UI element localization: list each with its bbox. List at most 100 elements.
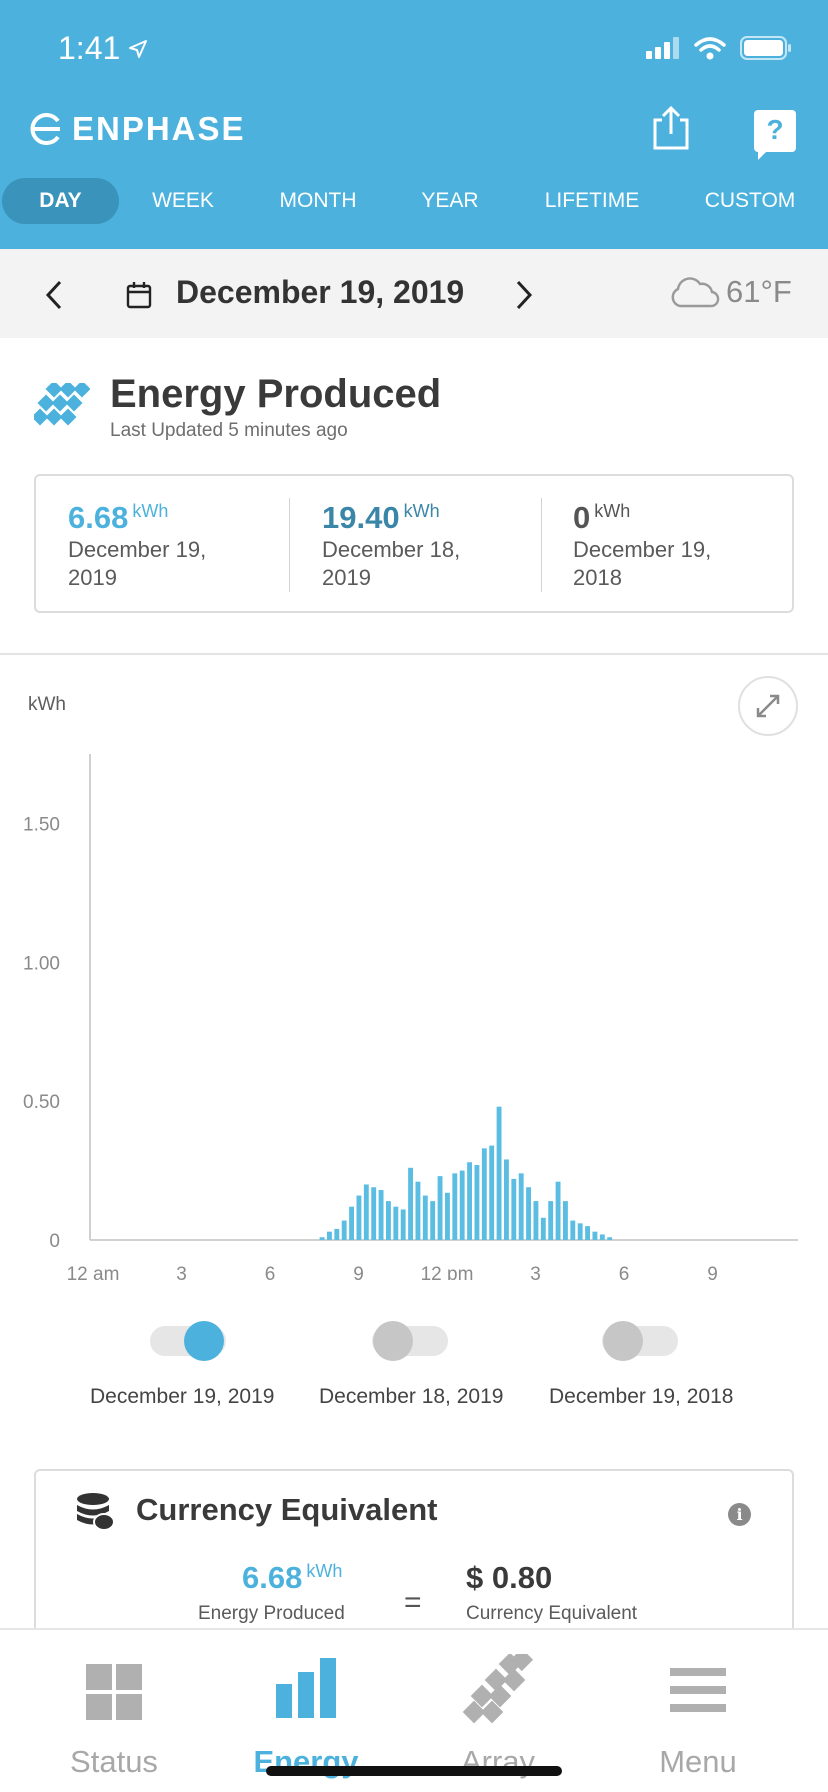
- energy-value-number: 6.68: [242, 1560, 303, 1595]
- chart-bar: [363, 1184, 369, 1240]
- chart-bar: [437, 1176, 443, 1240]
- summary-value-today: 6.68 kWh: [68, 500, 168, 536]
- wifi-icon: [694, 37, 726, 60]
- temperature: 61°F: [726, 274, 792, 309]
- series-toggle-2018-12-19[interactable]: [603, 1321, 643, 1361]
- x-tick-label: 6: [619, 1264, 630, 1280]
- energy-bar-chart: 0 0.50 1.00 1.50 12 am 3 6 9 12 pm 3 6 9: [23, 754, 798, 1280]
- summary-date-today: December 19, 2019: [68, 536, 258, 592]
- chart-bar: [459, 1170, 465, 1240]
- summary-date-line: 2018: [573, 565, 622, 590]
- legend-label: December 19, 2019: [90, 1385, 275, 1408]
- chart-bar: [481, 1148, 487, 1240]
- section-divider: [0, 653, 828, 655]
- status-time-text: 1:41: [58, 30, 121, 66]
- nav-menu[interactable]: Menu: [598, 1630, 798, 1790]
- chart-bar: [570, 1220, 576, 1240]
- status-bar-icons: [646, 36, 792, 60]
- chart-bar: [422, 1195, 428, 1240]
- tab-day[interactable]: DAY: [2, 178, 119, 224]
- previous-day-chevron-icon[interactable]: [42, 278, 66, 312]
- x-tick-label: 3: [530, 1264, 541, 1280]
- summary-unit: kWh: [594, 500, 631, 521]
- summary-divider: [541, 498, 542, 592]
- chart-bar: [341, 1220, 347, 1240]
- summary-unit: kWh: [132, 500, 169, 521]
- brand-name: ENPHASE: [72, 110, 246, 147]
- help-icon-label: ?: [766, 114, 784, 145]
- summary-unit: kWh: [403, 500, 440, 521]
- calendar-icon[interactable]: [126, 281, 152, 309]
- currency-equivalent-label: Currency Equivalent: [466, 1603, 638, 1624]
- chart-bar: [563, 1201, 568, 1240]
- energy-value-unit: kWh: [306, 1560, 343, 1581]
- nav-status[interactable]: Status: [14, 1630, 214, 1790]
- enphase-logo-icon: [30, 113, 60, 145]
- bar-series: [319, 1106, 613, 1240]
- summary-date-line: 2019: [68, 565, 117, 590]
- series-toggle-2019-12-19[interactable]: [184, 1321, 224, 1361]
- tab-lifetime[interactable]: LIFETIME: [536, 178, 648, 224]
- nav-menu-label: Menu: [659, 1744, 737, 1779]
- signal-icon: [646, 37, 679, 59]
- chart-bar: [548, 1201, 554, 1240]
- currency-energy-value: 6.68 kWh: [242, 1560, 342, 1596]
- tab-year[interactable]: YEAR: [410, 178, 490, 224]
- home-indicator: [266, 1766, 562, 1776]
- chart-bar: [496, 1106, 502, 1240]
- share-button[interactable]: [650, 105, 692, 150]
- energy-summary-box: 6.68 kWh December 19, 2019 19.40 kWh Decemb…: [34, 474, 794, 613]
- summary-date-last-year: December 19, 2018: [573, 536, 763, 592]
- chart-bar: [430, 1201, 436, 1240]
- status-bar-time: 1:41: [58, 30, 148, 67]
- legend-label: December 19, 2018: [549, 1385, 734, 1408]
- chart-bar: [489, 1145, 495, 1240]
- y-ticks: 0 0.50 1.00 1.50: [23, 814, 60, 1252]
- equals-sign: =: [404, 1586, 422, 1619]
- selected-date[interactable]: December 19, 2019: [176, 274, 464, 311]
- status-grid-icon: [86, 1664, 142, 1720]
- y-tick-label: 0.50: [23, 1092, 60, 1113]
- tab-custom[interactable]: CUSTOM: [696, 178, 804, 224]
- chart-bar: [555, 1181, 561, 1240]
- x-tick-label: 12 pm: [421, 1264, 474, 1280]
- x-tick-label: 12 am: [67, 1264, 120, 1280]
- chart-bar: [415, 1181, 421, 1240]
- next-day-chevron-icon[interactable]: [512, 278, 536, 312]
- help-button[interactable]: ?: [754, 110, 796, 160]
- expand-arrows-icon: [756, 694, 780, 718]
- chart-bar: [540, 1217, 546, 1240]
- series-toggle-2019-12-18[interactable]: [373, 1321, 413, 1361]
- chart-bar: [356, 1195, 362, 1240]
- chart-bar: [467, 1162, 472, 1240]
- summary-date-yesterday: December 18, 2019: [322, 536, 512, 592]
- x-tick-label: 9: [353, 1264, 364, 1280]
- nav-status-label: Status: [70, 1744, 158, 1779]
- tab-week[interactable]: WEEK: [138, 178, 228, 224]
- tab-month[interactable]: MONTH: [268, 178, 368, 224]
- chart-bar: [474, 1165, 480, 1240]
- enphase-logo: ENPHASE: [28, 110, 246, 148]
- chart-bar: [400, 1209, 406, 1240]
- chart-bar: [349, 1206, 354, 1240]
- share-icon: [653, 105, 689, 150]
- chart-bar: [445, 1192, 450, 1240]
- location-arrow-icon: [129, 39, 148, 58]
- chart-bar: [452, 1173, 458, 1240]
- x-tick-label: 6: [265, 1264, 276, 1280]
- summary-divider: [289, 498, 290, 592]
- chart-bar: [319, 1237, 325, 1240]
- menu-lines-icon: [670, 1668, 726, 1712]
- x-tick-label: 3: [176, 1264, 187, 1280]
- expand-chart-button[interactable]: [738, 676, 798, 736]
- coins-icon: [77, 1493, 115, 1531]
- info-icon[interactable]: i: [728, 1503, 751, 1526]
- chart-bar: [599, 1234, 605, 1240]
- chart-bar: [607, 1237, 613, 1240]
- currency-value: $ 0.80: [466, 1560, 553, 1595]
- weather-info: 61°F: [668, 274, 792, 310]
- period-tabs: DAY WEEK MONTH YEAR LIFETIME CUSTOM: [0, 178, 828, 228]
- legend-label: December 18, 2019: [319, 1385, 504, 1408]
- y-tick-label: 1.00: [23, 953, 60, 974]
- x-ticks: 12 am 3 6 9 12 pm 3 6 9: [67, 1264, 718, 1280]
